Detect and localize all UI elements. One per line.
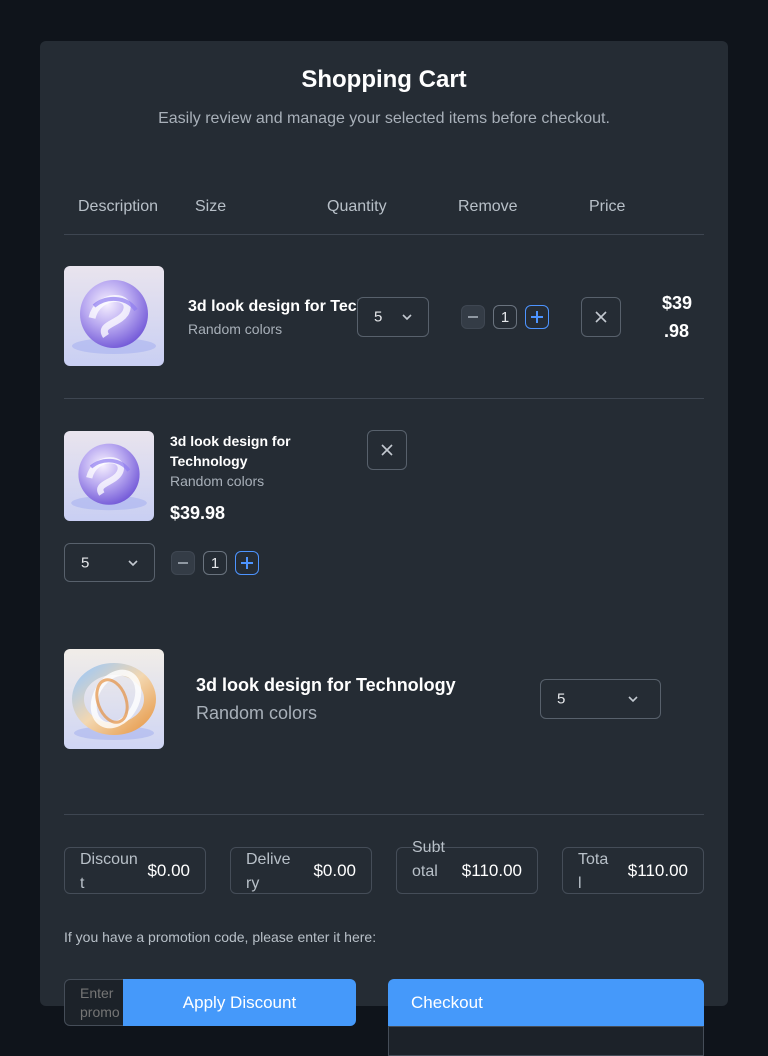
total-summary: Total $110.00 — [562, 847, 704, 894]
product-name-line-2: Technology — [170, 453, 248, 469]
size-select-value: 5 — [81, 554, 90, 571]
apply-discount-button[interactable]: Apply Discount — [123, 979, 356, 1026]
column-header-size: Size — [195, 198, 227, 215]
discount-summary: Discount $0.00 — [64, 847, 206, 894]
plus-icon — [241, 557, 253, 569]
product-name: 3d look design for Technology — [196, 675, 456, 695]
discount-amount: $0.00 — [147, 860, 190, 880]
column-header-price: Price — [589, 198, 626, 215]
plus-icon — [531, 311, 543, 323]
row-divider — [64, 398, 704, 399]
page-title: Shopping Cart — [301, 66, 467, 93]
size-select-value: 5 — [557, 690, 566, 708]
chevron-down-icon — [628, 696, 638, 703]
quantity-value: 1 — [203, 551, 227, 575]
chevron-down-icon — [402, 314, 412, 321]
product-name-line-1: 3d look design for — [170, 433, 291, 449]
item-price-dollars: $39 — [662, 293, 693, 313]
item-price: $39.98 — [170, 503, 226, 523]
quantity-value: 1 — [493, 305, 517, 329]
subtotal-label: Subtotal — [412, 839, 445, 880]
column-header-remove: Remove — [458, 198, 518, 215]
checkout-dropdown — [388, 1026, 704, 1056]
decrease-quantity-button[interactable] — [461, 305, 485, 329]
size-select-value: 5 — [374, 308, 383, 326]
remove-item-button[interactable] — [581, 297, 621, 337]
column-header-description: Description — [78, 198, 159, 215]
promo-instructions: If you have a promotion code, please ent… — [64, 929, 377, 945]
product-image-ring — [64, 649, 164, 749]
promo-code-input[interactable] — [64, 979, 124, 1026]
product-variant: Random colors — [196, 703, 318, 723]
delivery-summary: Delivery $0.00 — [230, 847, 372, 894]
increase-quantity-button[interactable] — [235, 551, 259, 575]
remove-item-button[interactable] — [367, 430, 407, 470]
chevron-down-icon — [128, 559, 138, 566]
decrease-quantity-button[interactable] — [171, 551, 195, 575]
product-image-sphere — [64, 431, 154, 521]
delivery-amount: $0.00 — [313, 860, 356, 880]
minus-icon — [468, 316, 478, 318]
delivery-label: Delivery — [246, 851, 291, 892]
product-variant: Random colors — [188, 321, 283, 337]
subtotal-amount: $110.00 — [461, 860, 522, 880]
item-price-cents: .98 — [664, 321, 690, 341]
product-image-sphere — [64, 266, 164, 366]
subtotal-summary: Subtotal $110.00 — [396, 839, 538, 894]
product-variant: Random colors — [170, 473, 265, 489]
checkout-button[interactable]: Checkout — [388, 979, 704, 1026]
total-label: Total — [578, 851, 609, 892]
minus-icon — [178, 562, 188, 564]
page-subtitle: Easily review and manage your selected i… — [158, 110, 610, 127]
close-icon — [595, 311, 607, 323]
discount-label: Discount — [80, 851, 138, 892]
summary-divider — [64, 814, 704, 815]
size-select[interactable]: 5 — [64, 543, 155, 582]
size-select[interactable]: 5 — [540, 679, 661, 719]
size-select[interactable]: 5 — [357, 297, 429, 337]
column-header-quantity: Quantity — [327, 198, 387, 215]
increase-quantity-button[interactable] — [525, 305, 549, 329]
header-divider — [64, 234, 704, 235]
total-amount: $110.00 — [627, 860, 688, 880]
product-name: 3d look design for Technology — [188, 298, 358, 315]
close-icon — [381, 444, 393, 456]
